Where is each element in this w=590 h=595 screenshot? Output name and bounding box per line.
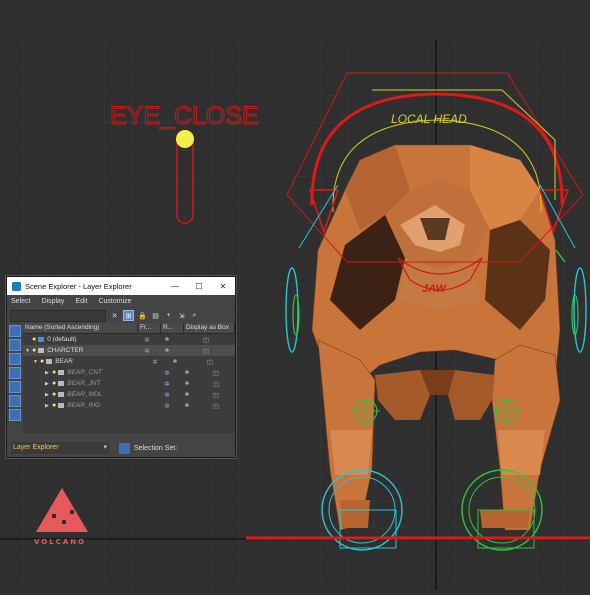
- layer-name: CHARCTER: [47, 347, 84, 354]
- layer-name: BEAR_JNT: [67, 380, 101, 387]
- explorer-footer: Layer Explorer Selection Set:: [7, 439, 235, 457]
- frozen-toggle-icon[interactable]: ✲: [157, 402, 177, 410]
- display-geometry-icon[interactable]: [9, 339, 21, 351]
- visibility-bulb-icon[interactable]: ●: [32, 336, 36, 343]
- layer-list-header: Name (Sorted Ascending) Fr... R... Displ…: [23, 323, 235, 334]
- expand-arrow-icon[interactable]: ▶: [45, 370, 52, 376]
- layer-icon: [58, 381, 65, 386]
- layer-icon: [58, 403, 65, 408]
- menu-edit[interactable]: Edit: [75, 298, 87, 305]
- render-toggle-icon[interactable]: ♣: [157, 336, 177, 343]
- jaw-label: JAW: [422, 283, 447, 295]
- eye-close-slider-handle: [176, 130, 194, 148]
- move-to-layer-icon[interactable]: ⇲: [177, 311, 186, 320]
- explorer-type-dropdown[interactable]: Layer Explorer: [11, 442, 109, 454]
- layer-list: Name (Sorted Ascending) Fr... R... Displ…: [23, 323, 235, 433]
- layer-name: BEAR_RIG: [67, 402, 101, 409]
- column-renderable[interactable]: R...: [161, 323, 184, 333]
- box-toggle-icon[interactable]: ◫: [197, 369, 235, 377]
- box-toggle-icon[interactable]: ◫: [185, 358, 235, 366]
- frozen-toggle-icon[interactable]: ✲: [157, 380, 177, 388]
- box-toggle-icon[interactable]: ◫: [177, 347, 235, 355]
- visibility-bulb-icon[interactable]: ●: [40, 358, 44, 365]
- local-head-label: LOCAL HEAD: [391, 112, 467, 126]
- expand-arrow-icon[interactable]: ▶: [45, 403, 52, 409]
- layer-row[interactable]: ▶ ● BEAR_JNT ✲ ♣ ◫: [23, 378, 235, 389]
- box-toggle-icon[interactable]: ◫: [177, 336, 235, 344]
- frozen-toggle-icon[interactable]: ✲: [157, 391, 177, 399]
- display-bones-icon[interactable]: [9, 409, 21, 421]
- render-toggle-icon[interactable]: ♣: [165, 358, 185, 365]
- menu-customize[interactable]: Customize: [98, 298, 131, 305]
- layer-row[interactable]: ▼ ● CHARCTER ✲ ♣ ◫: [23, 345, 235, 356]
- search-input[interactable]: [10, 309, 106, 322]
- close-button[interactable]: ✕: [211, 277, 235, 295]
- visibility-bulb-icon[interactable]: ●: [52, 369, 56, 376]
- column-display-as-box[interactable]: Display as Box: [184, 323, 235, 333]
- box-toggle-icon[interactable]: ◫: [197, 391, 235, 399]
- frozen-toggle-icon[interactable]: ✲: [145, 358, 165, 366]
- selection-set-icon[interactable]: [119, 442, 130, 454]
- display-helpers-icon[interactable]: [9, 395, 21, 407]
- maximize-button[interactable]: ☐: [187, 277, 211, 295]
- layer-name: BEAR: [55, 358, 73, 365]
- render-toggle-icon[interactable]: ♣: [177, 391, 197, 398]
- filter-icon[interactable]: ⊞: [123, 310, 134, 321]
- layer-row[interactable]: ▼ ● BEAR ✲ ♣ ◫: [23, 356, 235, 367]
- render-toggle-icon[interactable]: ♣: [177, 402, 197, 409]
- visibility-bulb-icon[interactable]: ●: [52, 391, 56, 398]
- visibility-bulb-icon[interactable]: ●: [52, 380, 56, 387]
- layer-icon: [38, 348, 45, 353]
- minimize-button[interactable]: —: [163, 277, 187, 295]
- box-toggle-icon[interactable]: ◫: [197, 380, 235, 388]
- clear-search-icon[interactable]: ✕: [110, 311, 119, 320]
- layer-icon: [38, 337, 45, 342]
- column-frozen[interactable]: Fr...: [138, 323, 161, 333]
- column-name[interactable]: Name (Sorted Ascending): [23, 323, 138, 333]
- layer-name: BEAR_CNT: [67, 369, 102, 376]
- window-title: Scene Explorer - Layer Explorer: [25, 281, 132, 291]
- expand-arrow-icon[interactable]: ▼: [25, 348, 32, 354]
- frozen-toggle-icon[interactable]: ✲: [137, 347, 157, 355]
- render-toggle-icon[interactable]: ♣: [157, 347, 177, 354]
- menu-select[interactable]: Select: [11, 298, 30, 305]
- layers-icon[interactable]: ▤: [151, 311, 160, 320]
- expand-arrow-icon[interactable]: ▶: [45, 381, 52, 387]
- render-toggle-icon[interactable]: ♣: [177, 369, 197, 376]
- app-icon: [12, 281, 21, 291]
- select-objects-icon[interactable]: ⌕: [190, 311, 199, 320]
- layer-row[interactable]: ● 0 (default) ✲ ♣ ◫: [23, 334, 235, 345]
- explorer-left-toolbar: [7, 323, 23, 433]
- explorer-toolbar: ✕ ⊞ 🔒 ▤ + ⇲ ⌕: [7, 308, 235, 323]
- eye-close-label: EYE_CLOSE: [110, 102, 259, 130]
- expand-arrow-icon[interactable]: ▶: [45, 392, 52, 398]
- add-layer-icon[interactable]: +: [164, 311, 173, 320]
- layer-name: BEAR_MDL: [67, 391, 103, 398]
- layer-icon: [58, 392, 65, 397]
- display-all-icon[interactable]: [9, 325, 21, 337]
- layer-row[interactable]: ▶ ● BEAR_MDL ✲ ♣ ◫: [23, 389, 235, 400]
- render-toggle-icon[interactable]: ♣: [177, 380, 197, 387]
- visibility-bulb-icon[interactable]: ●: [52, 402, 56, 409]
- visibility-bulb-icon[interactable]: ●: [32, 347, 36, 354]
- display-cameras-icon[interactable]: [9, 381, 21, 393]
- layer-name: 0 (default): [47, 336, 77, 343]
- layer-icon: [46, 359, 53, 364]
- display-shapes-icon[interactable]: [9, 353, 21, 365]
- box-toggle-icon[interactable]: ◫: [197, 402, 235, 410]
- layer-row[interactable]: ▶ ● BEAR_RIG ✲ ♣ ◫: [23, 400, 235, 411]
- menu-display[interactable]: Display: [41, 298, 64, 305]
- menu-bar: Select Display Edit Customize: [7, 295, 235, 308]
- volcano-logo-text: VOLCANO: [34, 538, 87, 546]
- display-lights-icon[interactable]: [9, 367, 21, 379]
- layer-icon: [58, 370, 65, 375]
- lock-icon[interactable]: 🔒: [138, 311, 147, 320]
- expand-arrow-icon[interactable]: ▼: [33, 359, 40, 365]
- layer-row[interactable]: ▶ ● BEAR_CNT ✲ ♣ ◫: [23, 367, 235, 378]
- window-titlebar[interactable]: Scene Explorer - Layer Explorer — ☐ ✕: [7, 277, 235, 295]
- selection-set-label: Selection Set:: [134, 444, 178, 452]
- frozen-toggle-icon[interactable]: ✲: [137, 336, 157, 344]
- scene-explorer-window: Scene Explorer - Layer Explorer — ☐ ✕ Se…: [6, 276, 236, 458]
- frozen-toggle-icon[interactable]: ✲: [157, 369, 177, 377]
